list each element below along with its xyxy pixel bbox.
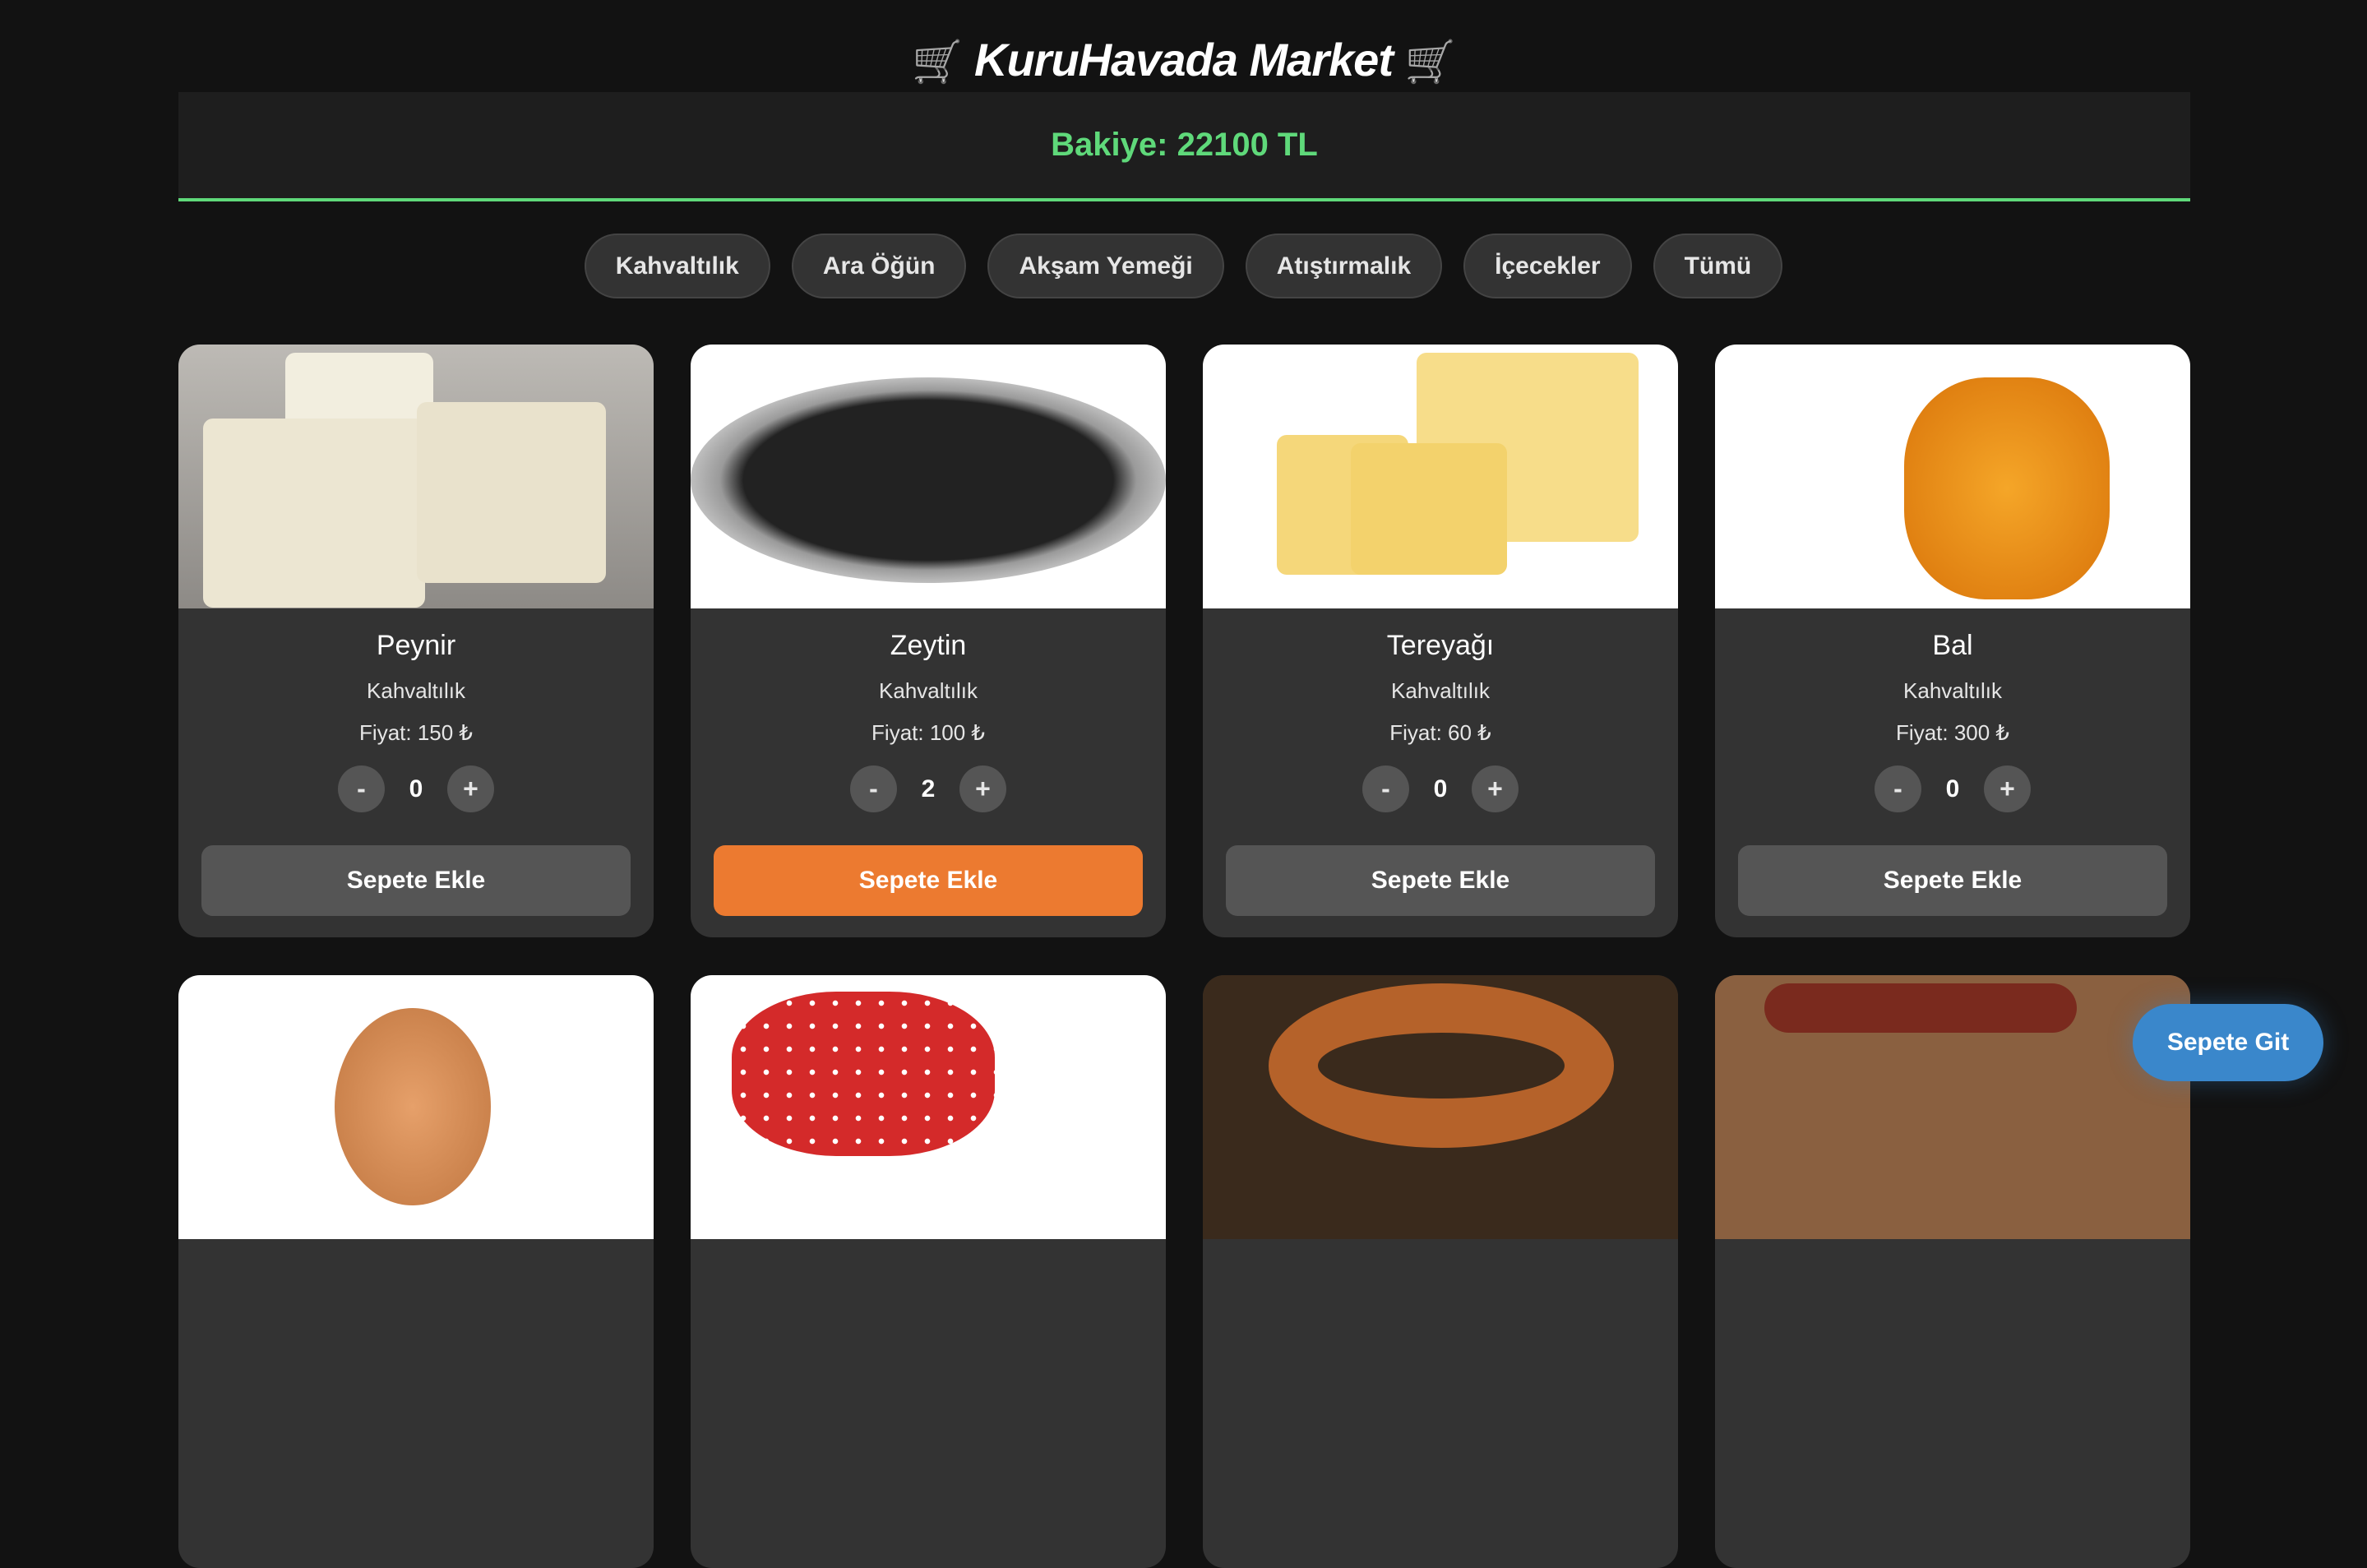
filter-icecekler[interactable]: İçecekler [1463,234,1632,298]
product-image [691,975,1166,1239]
quantity-stepper: - 0 + [1715,765,2190,812]
product-name: Tereyağı [1386,630,1495,661]
product-category: Kahvaltılık [1391,678,1490,703]
increment-button[interactable]: + [959,765,1006,812]
increment-button[interactable]: + [1472,765,1519,812]
quantity-stepper: - 2 + [691,765,1166,812]
product-card [178,975,654,1568]
quantity-value: 0 [409,775,423,803]
decrement-button[interactable]: - [1875,765,1921,812]
quantity-stepper: - 0 + [178,765,654,812]
filter-atistirmalik[interactable]: Atıştırmalık [1245,234,1443,298]
product-grid: Peynir Kahvaltılık Fiyat: 150 ₺ - 0 + Se… [178,345,2190,1568]
product-price: Fiyat: 100 ₺ [871,720,985,745]
add-to-cart-button[interactable]: Sepete Ekle [714,845,1143,916]
filter-kahvaltilik[interactable]: Kahvaltılık [584,234,770,298]
product-card: Bal Kahvaltılık Fiyat: 300 ₺ - 0 + Sepet… [1715,345,2190,937]
balance-text: Bakiye: 22100 TL [1051,127,1318,163]
filter-aksam-yemegi[interactable]: Akşam Yemeği [987,234,1224,298]
product-category: Kahvaltılık [879,678,978,703]
quantity-value: 2 [921,775,936,803]
quantity-stepper: - 0 + [1203,765,1678,812]
product-card [1203,975,1678,1568]
filter-ara-ogun[interactable]: Ara Öğün [791,234,967,298]
product-card: Tereyağı Kahvaltılık Fiyat: 60 ₺ - 0 + S… [1203,345,1678,937]
product-price: Fiyat: 60 ₺ [1389,720,1491,745]
store-name: KuruHavada Market [974,34,1394,86]
decrement-button[interactable]: - [1362,765,1409,812]
decrement-button[interactable]: - [850,765,897,812]
product-image [178,975,654,1239]
product-image [1715,345,2190,608]
product-price: Fiyat: 150 ₺ [359,720,473,745]
product-category: Kahvaltılık [1903,678,2002,703]
add-to-cart-button[interactable]: Sepete Ekle [201,845,631,916]
quantity-value: 0 [1945,775,1960,803]
product-card [691,975,1166,1568]
product-image [1203,345,1678,608]
filter-tumu[interactable]: Tümü [1653,234,1783,298]
cart-icon: 🛒 [912,39,963,85]
increment-button[interactable]: + [447,765,494,812]
add-to-cart-button[interactable]: Sepete Ekle [1226,845,1655,916]
decrement-button[interactable]: - [338,765,385,812]
quantity-value: 0 [1433,775,1448,803]
product-name: Bal [1932,630,1973,661]
product-image [1203,975,1678,1239]
page-title: 🛒 KuruHavada Market 🛒 [0,33,2367,86]
product-image [691,345,1166,608]
product-category: Kahvaltılık [367,678,465,703]
product-price: Fiyat: 300 ₺ [1896,720,2009,745]
product-name: Peynir [376,630,456,661]
product-card [1715,975,2190,1568]
increment-button[interactable]: + [1984,765,2031,812]
product-image [178,345,654,608]
product-name: Zeytin [890,630,967,661]
cart-icon: 🛒 [1404,39,1456,85]
product-card: Peynir Kahvaltılık Fiyat: 150 ₺ - 0 + Se… [178,345,654,937]
balance-panel: Bakiye: 22100 TL [178,92,2190,201]
category-filters: Kahvaltılık Ara Öğün Akşam Yemeği Atıştı… [0,234,2367,298]
go-to-cart-button[interactable]: Sepete Git [2133,1004,2323,1081]
product-card: Zeytin Kahvaltılık Fiyat: 100 ₺ - 2 + Se… [691,345,1166,937]
product-image [1715,975,2190,1239]
add-to-cart-button[interactable]: Sepete Ekle [1738,845,2167,916]
